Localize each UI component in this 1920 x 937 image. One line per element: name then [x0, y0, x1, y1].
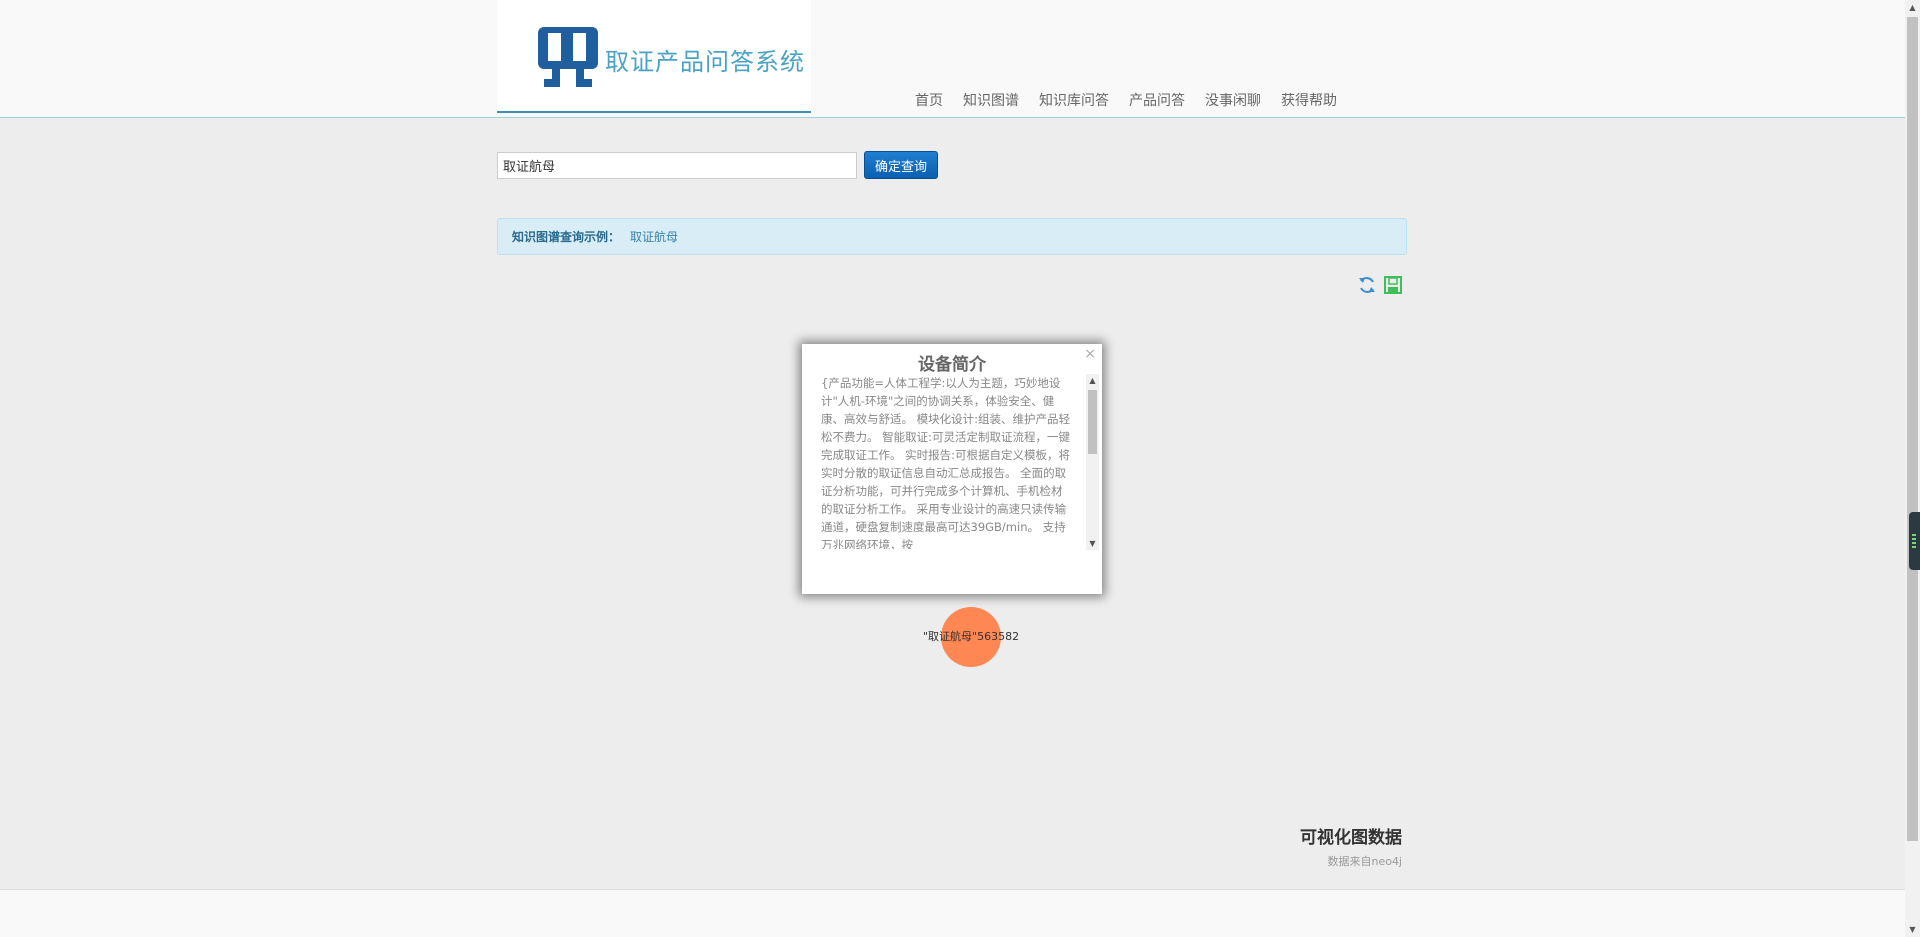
nav-item-home[interactable]: 首页: [915, 90, 943, 110]
save-icon[interactable]: [1383, 275, 1403, 295]
page-scrollbar[interactable]: ▲ ▼: [1905, 0, 1920, 937]
header: 取证产品问答系统 首页 知识图谱 知识库问答 产品问答 没事闲聊 获得帮助: [0, 0, 1905, 118]
example-label: 知识图谱查询示例：: [512, 230, 621, 244]
refresh-icon[interactable]: [1357, 275, 1377, 295]
visualization-title: 可视化图数据: [1300, 828, 1402, 848]
page-scroll-down-icon[interactable]: ▼: [1905, 922, 1920, 937]
main-nav: 首页 知识图谱 知识库问答 产品问答 没事闲聊 获得帮助: [915, 90, 1357, 110]
scroll-up-icon[interactable]: ▲: [1086, 374, 1099, 387]
visualization-subtitle: 数据来自neo4j: [1327, 855, 1402, 868]
page-scroll-thumb[interactable]: [1907, 17, 1918, 841]
side-widget[interactable]: [1909, 512, 1920, 570]
nav-item-chat[interactable]: 没事闲聊: [1205, 90, 1261, 110]
search-input[interactable]: [497, 152, 857, 179]
example-link[interactable]: 取证航母: [630, 228, 678, 245]
popup-title: 设备简介: [918, 355, 986, 375]
popup-scrollbar[interactable]: ▲ ▼: [1086, 374, 1099, 550]
scroll-down-icon[interactable]: ▼: [1086, 537, 1099, 550]
nav-item-product-qa[interactable]: 产品问答: [1129, 90, 1185, 110]
logo-icon: [538, 27, 598, 87]
side-widget-icon: [1912, 534, 1916, 550]
search-button[interactable]: 确定查询: [864, 151, 938, 179]
popup-body: {产品功能=人体工程学:以人为主题，巧妙地设计"人机-环境"之间的协调关系，体验…: [821, 376, 1071, 549]
nav-item-kb-qa[interactable]: 知识库问答: [1039, 90, 1109, 110]
popup-scroll-thumb[interactable]: [1088, 390, 1097, 454]
nav-item-knowledge-graph[interactable]: 知识图谱: [963, 90, 1019, 110]
footer: [0, 889, 1905, 937]
device-info-popup: 设备简介 × {产品功能=人体工程学:以人为主题，巧妙地设计"人机-环境"之间的…: [802, 344, 1102, 594]
close-icon[interactable]: ×: [1084, 346, 1096, 362]
logo[interactable]: 取证产品问答系统: [497, 0, 811, 113]
nav-item-help[interactable]: 获得帮助: [1281, 90, 1337, 110]
page-scroll-up-icon[interactable]: ▲: [1905, 0, 1920, 15]
example-bar: 知识图谱查询示例： 取证航母: [497, 218, 1407, 255]
graph-node-label: "取证航母"563582: [923, 630, 1020, 643]
logo-text: 取证产品问答系统: [605, 48, 805, 76]
